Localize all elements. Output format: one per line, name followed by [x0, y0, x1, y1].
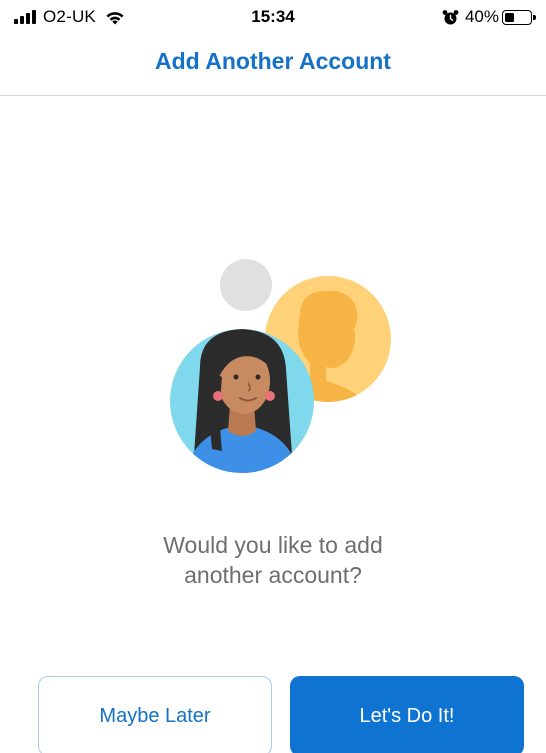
status-right: 40%: [442, 7, 536, 27]
decorative-dot: [220, 259, 272, 311]
page-title: Add Another Account: [155, 48, 391, 74]
maybe-later-button[interactable]: Maybe Later: [38, 676, 272, 753]
status-bar: O2-UK 15:34 40%: [0, 0, 546, 34]
nav-header: Add Another Account: [0, 34, 546, 96]
person-avatar-woman-icon: [170, 329, 314, 473]
battery-level-fill: [505, 12, 514, 22]
prompt-line-2: another account?: [184, 562, 362, 588]
add-account-screen: O2-UK 15:34 40% Add Another Account Woul…: [0, 0, 546, 753]
battery-icon: [502, 9, 536, 25]
alarm-icon: [442, 9, 459, 24]
prompt-line-1: Would you like to add: [163, 532, 383, 558]
add-account-illustration: [170, 259, 391, 473]
battery-percent: 40%: [464, 7, 499, 26]
lets-do-it-button[interactable]: Let's Do It!: [290, 676, 524, 753]
add-account-prompt: Would you like to add another account?: [0, 530, 546, 590]
